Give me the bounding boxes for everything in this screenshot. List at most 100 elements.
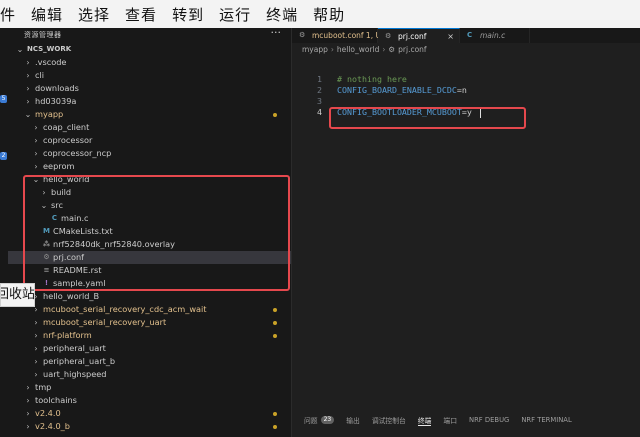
menu-item-1[interactable]: 编辑: [31, 4, 63, 25]
chevron-right-icon: ›: [26, 383, 30, 392]
tab-label: prj.conf: [398, 32, 427, 41]
breadcrumb: myapp › hello_world › ⚙ prj.conf: [302, 44, 427, 56]
menu-item-0[interactable]: 件: [0, 4, 16, 25]
chevron-right-icon: ›: [26, 97, 30, 106]
breadcrumb-item-prj-conf[interactable]: prj.conf: [398, 45, 426, 54]
tree-item-label: downloads: [35, 83, 79, 93]
modified-dot-icon: [273, 113, 277, 117]
tree-item-hd03039a[interactable]: › hd03039a: [8, 95, 291, 108]
tree-item-label: hello_world_B: [43, 291, 100, 301]
tab-label: mcuboot.conf 1, U: [312, 31, 381, 40]
tree-item-label: v2.4.0: [35, 408, 61, 418]
code-line-1[interactable]: 1 # nothing here: [292, 74, 640, 85]
chevron-right-icon: ›: [26, 422, 30, 431]
tab-mcuboot-conf-1-u[interactable]: ⚙ mcuboot.conf 1, U: [292, 28, 381, 43]
panel-tab-label: 输出: [346, 417, 360, 425]
editor-area: ⚙ mcuboot.conf 1, U ⚙ prj.conf × Cmain.c myap…: [292, 28, 640, 437]
tree-item-label: .vscode: [35, 57, 67, 67]
explorer-title: 资源管理器: [24, 31, 62, 39]
menu-item-4[interactable]: 转到: [172, 4, 204, 25]
tree-item-myapp[interactable]: ⌄ myapp: [8, 108, 291, 121]
menu-item-6[interactable]: 终端: [266, 4, 298, 25]
more-actions-icon[interactable]: ···: [271, 26, 282, 39]
tree-item-v2-4-0-b[interactable]: › v2.4.0_b: [8, 420, 291, 433]
tree-item-coprocessor-ncp[interactable]: › coprocessor_ncp: [8, 147, 291, 160]
tab-prj-conf[interactable]: ⚙ prj.conf ×: [378, 28, 460, 43]
panel-tab-tab1[interactable]: 输出: [346, 415, 360, 425]
panel-tab-tab2[interactable]: 调试控制台: [372, 415, 406, 425]
line-content: # nothing here: [337, 74, 407, 85]
chevron-right-icon: ›: [34, 331, 38, 340]
close-icon[interactable]: ×: [447, 29, 454, 44]
chevron-right-icon: ›: [34, 357, 38, 366]
panel-tab-label: 端口: [443, 417, 457, 425]
menu-item-7[interactable]: 帮助: [313, 4, 345, 25]
panel-tab-nrf-terminal[interactable]: NRF TERMINAL: [521, 416, 571, 424]
tree-item-peripheral-uart-b[interactable]: › peripheral_uart_b: [8, 355, 291, 368]
chevron-right-icon: ›: [34, 370, 38, 379]
tree-item-vscode[interactable]: › .vscode: [8, 56, 291, 69]
tree-item-coprocessor[interactable]: › coprocessor: [8, 134, 291, 147]
gear-icon: ⚙: [385, 32, 392, 40]
tree-item-label: coap_client: [43, 122, 90, 132]
tree-item-nrf-platform[interactable]: › nrf-platform: [8, 329, 291, 342]
tree-item-ncs-work[interactable]: ⌄ NCS_WORK: [8, 43, 291, 56]
config-key: CONFIG_BOARD_ENABLE_DCDC: [337, 85, 457, 95]
tree-item-uart-highspeed[interactable]: › uart_highspeed: [8, 368, 291, 381]
breadcrumb-separator-icon: ›: [382, 45, 386, 54]
c-file-icon: C: [467, 31, 473, 39]
panel-tab-label: NRF TERMINAL: [521, 416, 572, 424]
tree-item-label: toolchains: [35, 395, 77, 405]
tree-item-cli[interactable]: › cli: [8, 69, 291, 82]
line-number: 4: [317, 107, 322, 117]
tree-item-mcuboot-serial-recovery-cdc-acm-wait[interactable]: › mcuboot_serial_recovery_cdc_acm_wait: [8, 303, 291, 316]
tree-item-hello-world-b[interactable]: › hello_world_B: [8, 290, 291, 303]
chevron-right-icon: ›: [34, 162, 38, 171]
chevron-right-icon: ›: [26, 58, 30, 67]
chevron-right-icon: ›: [26, 84, 30, 93]
tree-item-v2-4-0[interactable]: › v2.4.0: [8, 407, 291, 420]
panel-tab-bar: 问题 23 输出 调试控制台 终端 端口 NRF DEBUG NRF TERMINAL: [292, 410, 640, 430]
tree-item-label: hd03039a: [35, 96, 77, 106]
tree-item-eeprom[interactable]: › eeprom: [8, 160, 291, 173]
breadcrumb-item-hello-world[interactable]: hello_world: [337, 45, 380, 54]
tree-item-mcuboot-serial-recovery-uart[interactable]: › mcuboot_serial_recovery_uart: [8, 316, 291, 329]
problems-count-badge: 23: [320, 416, 335, 424]
panel-tab-nrf-debug[interactable]: NRF DEBUG: [469, 416, 509, 424]
panel-tab-tab0[interactable]: 问题 23: [304, 415, 335, 425]
chevron-right-icon: ›: [34, 136, 38, 145]
recycle-bin-tooltip: 回收站: [0, 283, 35, 307]
menu-item-5[interactable]: 运行: [219, 4, 251, 25]
chevron-down-icon: ⌄: [16, 45, 24, 54]
code-line-3[interactable]: 3: [292, 96, 640, 107]
activity-badge-scm: 5: [0, 95, 7, 103]
panel-tab-label: NRF DEBUG: [469, 416, 510, 424]
tree-item-label: NCS_WORK: [27, 45, 72, 53]
modified-dot-icon: [273, 412, 277, 416]
tree-item-tmp[interactable]: › tmp: [8, 381, 291, 394]
tree-item-downloads[interactable]: › downloads: [8, 82, 291, 95]
panel-tab-tab4[interactable]: 端口: [443, 415, 457, 425]
breadcrumb-item-myapp[interactable]: myapp: [302, 45, 328, 54]
tree-item-label: cli: [35, 70, 45, 80]
tree-item-label: mcuboot_serial_recovery_uart: [43, 317, 167, 327]
line-number: 1: [317, 74, 322, 84]
tab-main-c[interactable]: Cmain.c: [460, 28, 530, 43]
panel-tab-tab3[interactable]: 终端: [417, 415, 432, 426]
panel-tab-label: 调试控制台: [371, 417, 406, 425]
tree-item-toolchains[interactable]: › toolchains: [8, 394, 291, 407]
tree-item-label: peripheral_uart_b: [43, 356, 116, 366]
code-line-2[interactable]: 2 CONFIG_BOARD_ENABLE_DCDC=n: [292, 85, 640, 96]
tree-item-label: peripheral_uart: [43, 343, 106, 353]
menu-item-3[interactable]: 查看: [125, 4, 157, 25]
highlight-box-code: [329, 107, 526, 129]
config-value: =n: [456, 85, 467, 95]
menu-item-2[interactable]: 选择: [78, 4, 110, 25]
line-number: 3: [317, 96, 322, 106]
tree-item-coap-client[interactable]: › coap_client: [8, 121, 291, 134]
tree-item-label: uart_highspeed: [43, 369, 107, 379]
tree-item-label: nrf-platform: [43, 330, 92, 340]
tree-item-label: coprocessor_ncp: [43, 148, 112, 158]
tree-item-peripheral-uart[interactable]: › peripheral_uart: [8, 342, 291, 355]
breadcrumb-separator-icon: ›: [330, 45, 334, 54]
